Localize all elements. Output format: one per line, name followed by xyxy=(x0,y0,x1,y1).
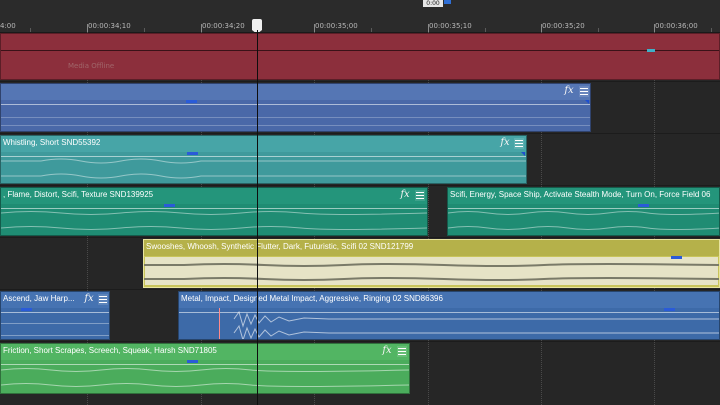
waveform-baseline xyxy=(1,117,590,118)
fx-icon[interactable]: fx xyxy=(381,345,393,358)
ruler-time-label: 00:00:35;10 xyxy=(429,22,472,30)
playhead-time-arrow-icon xyxy=(444,0,451,4)
hamburger-menu-icon[interactable] xyxy=(98,294,108,305)
waveform xyxy=(1,158,526,179)
clip-flame[interactable]: , Flame, Distort, Scifi, Texture SND1399… xyxy=(0,187,428,236)
volume-handle[interactable] xyxy=(186,100,197,103)
envelope-line xyxy=(1,104,590,105)
clip-swooshes[interactable]: Swooshes, Whoosh, Synthetic Flutter, Dar… xyxy=(143,239,720,288)
ruler-minor-tick xyxy=(711,28,712,32)
volume-handle[interactable] xyxy=(187,152,198,155)
clip-header: Scifi, Energy, Space Ship, Activate Stea… xyxy=(448,188,719,204)
track-separator xyxy=(0,237,720,238)
ruler-time-label: 00:00:36;00 xyxy=(655,22,698,30)
volume-handle[interactable] xyxy=(21,308,32,311)
track-separator xyxy=(0,185,720,186)
waveform xyxy=(1,368,409,387)
ruler-time-label: 00:00:34;10 xyxy=(88,22,131,30)
clip-title: , Flame, Distort, Scifi, Texture SND1399… xyxy=(3,190,154,199)
clip-header: Swooshes, Whoosh, Synthetic Flutter, Dar… xyxy=(144,240,719,256)
waveform-baseline xyxy=(1,323,109,324)
playhead-line xyxy=(257,30,258,405)
clip-metal[interactable]: Metal, Impact, Designed Metal Impact, Ag… xyxy=(178,291,720,340)
ruler-time-label: 4:00 xyxy=(0,22,16,30)
fx-icon[interactable]: fx xyxy=(399,189,411,202)
fade-handle[interactable] xyxy=(647,49,655,52)
hamburger-menu-icon[interactable] xyxy=(397,346,407,357)
track-separator xyxy=(0,81,720,82)
clip-title: Swooshes, Whoosh, Synthetic Flutter, Dar… xyxy=(146,242,414,251)
clip-title: Ascend, Jaw Harp... xyxy=(3,294,75,303)
clip-title: Whistling, Short SND55392 xyxy=(3,138,101,147)
ruler-minor-tick xyxy=(485,28,486,32)
clip-ascend[interactable]: Ascend, Jaw Harp... fx xyxy=(0,291,110,340)
hamburger-menu-icon[interactable] xyxy=(415,190,425,201)
clip-scifi-energy[interactable]: Scifi, Energy, Space Ship, Activate Stea… xyxy=(447,187,720,236)
volume-handle[interactable] xyxy=(164,204,175,207)
volume-handle[interactable] xyxy=(638,204,649,207)
fx-icon[interactable]: fx xyxy=(563,85,575,98)
clip-header: Whistling, Short SND55392 xyxy=(1,136,526,152)
clip-whistling[interactable]: Whistling, Short SND55392 fx xyxy=(0,135,527,184)
playhead-marker-icon[interactable] xyxy=(252,19,262,32)
hamburger-menu-icon[interactable] xyxy=(514,138,524,149)
waveform-baseline xyxy=(1,335,109,336)
ruler-time-label: 00:00:35;20 xyxy=(542,22,585,30)
ruler-time-label: 00:00:35;00 xyxy=(315,22,358,30)
waveform-baseline xyxy=(1,125,590,126)
clip-header: Metal, Impact, Designed Metal Impact, Ag… xyxy=(179,292,719,308)
envelope-line xyxy=(1,312,109,313)
waveform xyxy=(233,310,719,339)
clip-divider xyxy=(1,50,719,51)
clip-media-offline[interactable]: Media Offline xyxy=(0,33,720,80)
waveform xyxy=(144,263,719,281)
ruler-minor-tick xyxy=(144,28,145,32)
fx-icon[interactable]: fx xyxy=(499,137,511,150)
track-separator xyxy=(0,341,720,342)
hamburger-menu-icon[interactable] xyxy=(579,86,589,97)
clip-title: Scifi, Energy, Space Ship, Activate Stea… xyxy=(450,190,711,199)
clip-corner-marker xyxy=(585,100,589,104)
ruler-minor-tick xyxy=(598,28,599,32)
media-offline-label: Media Offline xyxy=(68,62,115,70)
waveform xyxy=(1,211,427,230)
volume-handle[interactable] xyxy=(664,308,675,311)
clip-corner-marker xyxy=(521,152,525,156)
clip-header xyxy=(1,84,590,100)
volume-handle[interactable] xyxy=(187,360,198,363)
ruler-time-label: 00:00:34;20 xyxy=(202,22,245,30)
volume-handle[interactable] xyxy=(671,256,682,259)
clip-title: Friction, Short Scrapes, Screech, Squeak… xyxy=(3,346,217,355)
playhead-time-readout: 0:00 xyxy=(423,0,443,7)
clip-blue-top[interactable]: fx xyxy=(0,83,591,132)
track-separator xyxy=(0,289,720,290)
clip-header: Friction, Short Scrapes, Screech, Squeak… xyxy=(1,344,409,360)
timeline-ruler[interactable]: 4:00 00:00:34;10 00:00:34;20 00:00:35;00… xyxy=(0,0,720,33)
clip-friction[interactable]: Friction, Short Scrapes, Screech, Squeak… xyxy=(0,343,410,394)
track-separator xyxy=(0,133,720,134)
ruler-minor-tick xyxy=(30,28,31,32)
clip-header: , Flame, Distort, Scifi, Texture SND1399… xyxy=(1,188,427,204)
waveform xyxy=(448,211,719,230)
fx-icon[interactable]: fx xyxy=(83,293,95,306)
ruler-minor-tick xyxy=(371,28,372,32)
clip-title: Metal, Impact, Designed Metal Impact, Ag… xyxy=(181,294,443,303)
